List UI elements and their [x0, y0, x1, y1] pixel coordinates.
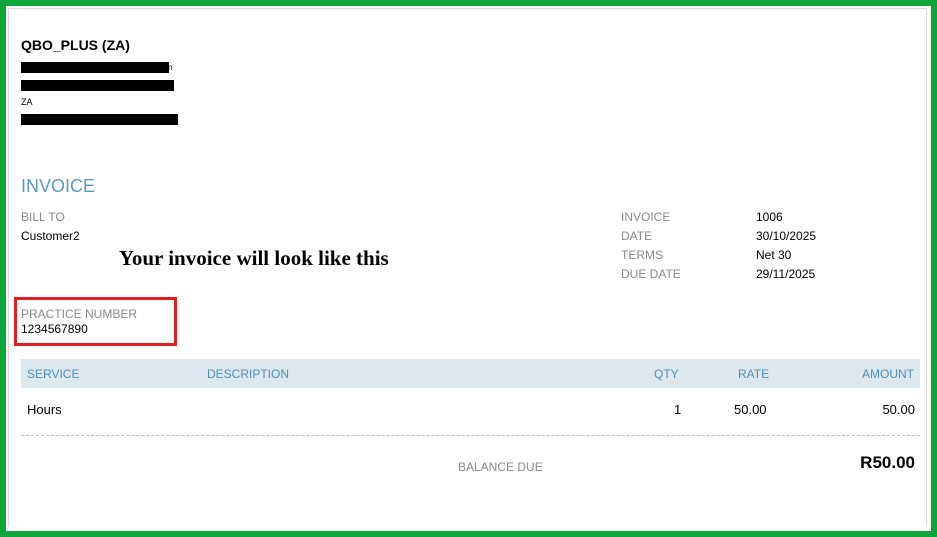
company-country: ZA: [21, 97, 33, 107]
meta-invoice-value: 1006: [756, 210, 783, 224]
line-items-header: SERVICE DESCRIPTION QTY RATE AMOUNT: [21, 359, 920, 388]
bill-to-customer: Customer2: [21, 229, 80, 243]
overlay-note: Your invoice will look like this: [119, 246, 389, 270]
balance-due-label: BALANCE DUE: [458, 460, 543, 474]
redacted-address-line-2: [21, 80, 174, 91]
bill-to-label: BILL TO: [21, 210, 65, 224]
row-service: Hours: [27, 402, 62, 417]
practice-number-label: PRACTICE NUMBER: [21, 307, 138, 321]
row-qty: 1: [674, 402, 682, 417]
meta-date-label: DATE: [621, 229, 653, 243]
meta-due-date-label: DUE DATE: [621, 267, 681, 281]
meta-terms-value: Net 30: [756, 248, 792, 262]
table-divider: [21, 435, 920, 436]
row-rate: 50.00: [734, 402, 767, 417]
company-name: QBO_PLUS (ZA): [21, 37, 130, 53]
header-rate: RATE: [738, 367, 770, 381]
address-fragment-end: n: [168, 63, 173, 72]
header-description: DESCRIPTION: [207, 367, 290, 381]
meta-invoice-label: INVOICE: [621, 210, 671, 224]
header-service: SERVICE: [27, 367, 80, 381]
header-qty: QTY: [654, 367, 679, 381]
row-amount: 50.00: [882, 402, 915, 417]
invoice-title: INVOICE: [21, 176, 96, 196]
meta-date-value: 30/10/2025: [756, 229, 817, 243]
practice-number-value: 1234567890: [21, 322, 88, 336]
balance-due-value: R50.00: [860, 453, 915, 472]
meta-due-date-value: 29/11/2025: [756, 267, 816, 281]
header-amount: AMOUNT: [862, 367, 914, 381]
redacted-address-line-4: [21, 114, 178, 125]
meta-terms-label: TERMS: [621, 248, 663, 262]
redacted-address-line-1: [21, 62, 169, 73]
